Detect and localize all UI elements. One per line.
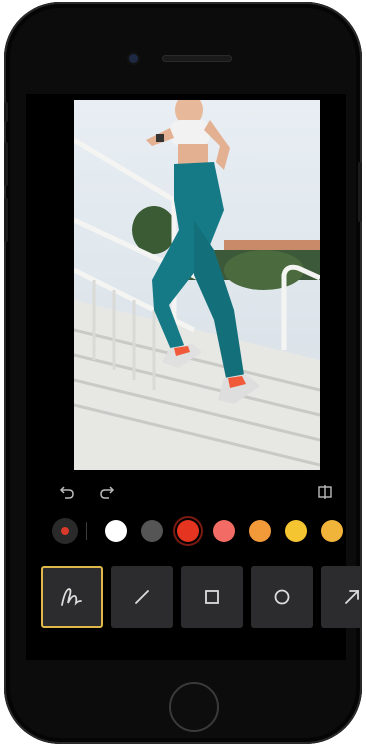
color-palette xyxy=(52,514,346,548)
redo-button[interactable] xyxy=(96,482,118,502)
current-color-dot xyxy=(61,527,69,535)
power-button xyxy=(358,162,362,222)
mute-switch xyxy=(4,102,8,122)
color-swatch-red[interactable] xyxy=(177,520,199,542)
screen xyxy=(26,94,361,660)
color-swatch-orange[interactable] xyxy=(249,520,271,542)
pen-scribble-icon xyxy=(61,588,82,606)
compare-icon xyxy=(318,485,332,499)
palette-divider xyxy=(86,522,87,540)
arrow-icon xyxy=(345,590,359,604)
tool-rectangle[interactable] xyxy=(181,566,243,628)
line-icon xyxy=(135,590,149,604)
square-icon xyxy=(205,590,219,604)
undo-button[interactable] xyxy=(56,482,78,502)
tool-freehand[interactable] xyxy=(41,566,103,628)
compare-button[interactable] xyxy=(314,482,336,502)
drawing-tools xyxy=(41,566,361,632)
photo-illustration xyxy=(74,100,320,470)
volume-up-button xyxy=(4,142,8,186)
undo-icon xyxy=(59,486,74,499)
color-swatch-white[interactable] xyxy=(105,520,127,542)
color-swatch-coral[interactable] xyxy=(213,520,235,542)
history-controls xyxy=(56,482,118,502)
earpiece-speaker xyxy=(162,55,232,62)
edit-canvas-photo[interactable] xyxy=(74,100,320,470)
front-camera xyxy=(129,54,138,63)
tool-arrow[interactable] xyxy=(321,566,361,628)
color-swatch-amber[interactable] xyxy=(321,520,343,542)
circle-icon xyxy=(274,589,290,605)
tool-line[interactable] xyxy=(111,566,173,628)
volume-down-button xyxy=(4,198,8,242)
home-button[interactable] xyxy=(169,682,219,732)
color-swatch-gray[interactable] xyxy=(141,520,163,542)
redo-icon xyxy=(100,486,115,499)
tool-ellipse[interactable] xyxy=(251,566,313,628)
color-swatch-yellow[interactable] xyxy=(285,520,307,542)
current-color-indicator[interactable] xyxy=(52,518,78,544)
phone-frame xyxy=(4,2,362,744)
